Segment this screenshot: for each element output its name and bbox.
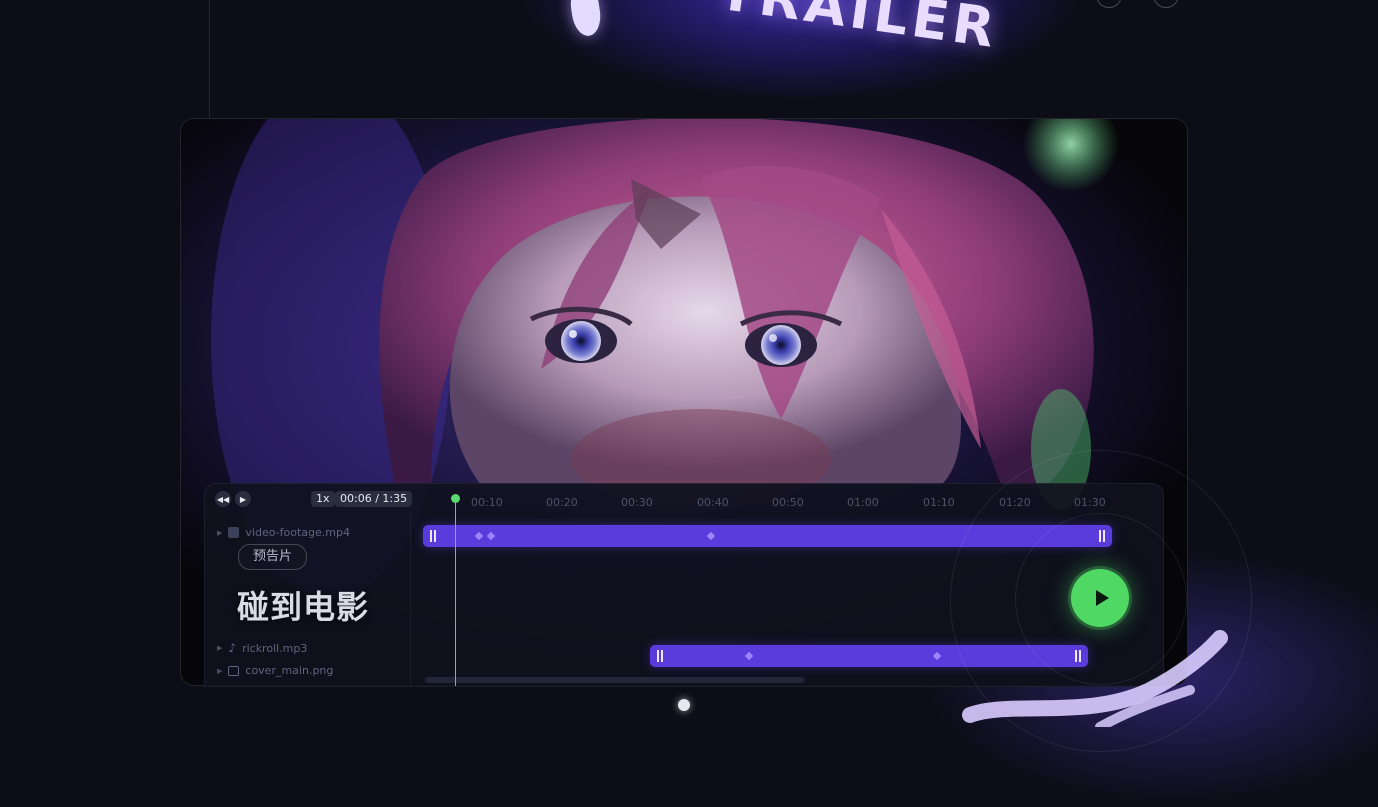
track-label: cover_main.png: [245, 664, 334, 677]
paint-stroke: [962, 630, 1228, 727]
category-chip[interactable]: 预告片: [238, 544, 308, 570]
track-divider: [410, 514, 411, 686]
clip-start-handle[interactable]: [657, 650, 663, 662]
track-label: video-footage.mp4: [245, 526, 350, 539]
decor-circle: [1096, 0, 1122, 8]
track-audio[interactable]: ▶ ♪ rickroll.mp3: [217, 641, 307, 655]
decor-circle: [1153, 0, 1179, 8]
keyframe-marker[interactable]: [932, 651, 942, 661]
track-label: rickroll.mp3: [242, 641, 308, 655]
keyframe-marker[interactable]: [706, 531, 716, 541]
play-icon: [1095, 590, 1109, 606]
scrub-indicator[interactable]: [678, 699, 690, 711]
ruler-tick: 00:10: [471, 496, 503, 509]
ruler-tick: 00:20: [546, 496, 578, 509]
playhead-handle[interactable]: [451, 494, 460, 503]
caption-title: 碰到电影: [237, 588, 370, 626]
keyframe-marker[interactable]: [474, 531, 484, 541]
keyframe-marker[interactable]: [486, 531, 496, 541]
track-video[interactable]: ▶ video-footage.mp4: [217, 526, 350, 539]
play-button[interactable]: ▶: [235, 491, 251, 507]
play-button-large[interactable]: [1071, 569, 1129, 627]
ruler-tick: 01:10: [923, 496, 955, 509]
rewind-icon: ◀◀: [216, 494, 230, 504]
expand-caret-icon: ▶: [217, 644, 223, 652]
timeline-scrollbar[interactable]: [425, 677, 805, 683]
track-image[interactable]: ▶ cover_main.png: [217, 664, 333, 677]
rewind-button[interactable]: ◀◀: [215, 491, 231, 507]
time-readout: 00:06 / 1:35: [335, 491, 413, 507]
video-file-icon: [228, 527, 240, 538]
music-note-icon: ♪: [228, 641, 237, 655]
play-icon: ▶: [239, 494, 247, 504]
image-file-icon: [228, 665, 240, 676]
playback-speed[interactable]: 1x: [311, 491, 335, 507]
ruler-tick: 01:00: [847, 496, 879, 509]
keyframe-marker[interactable]: [744, 651, 754, 661]
clip-start-handle[interactable]: [430, 530, 436, 542]
expand-caret-icon: ▶: [217, 666, 223, 675]
playhead[interactable]: [455, 500, 456, 686]
ruler-tick: 00:50: [772, 496, 804, 509]
guide-line: [209, 0, 210, 118]
ruler-tick: 00:40: [697, 496, 729, 509]
ruler-tick: 00:30: [621, 496, 653, 509]
expand-caret-icon: ▶: [217, 528, 223, 537]
